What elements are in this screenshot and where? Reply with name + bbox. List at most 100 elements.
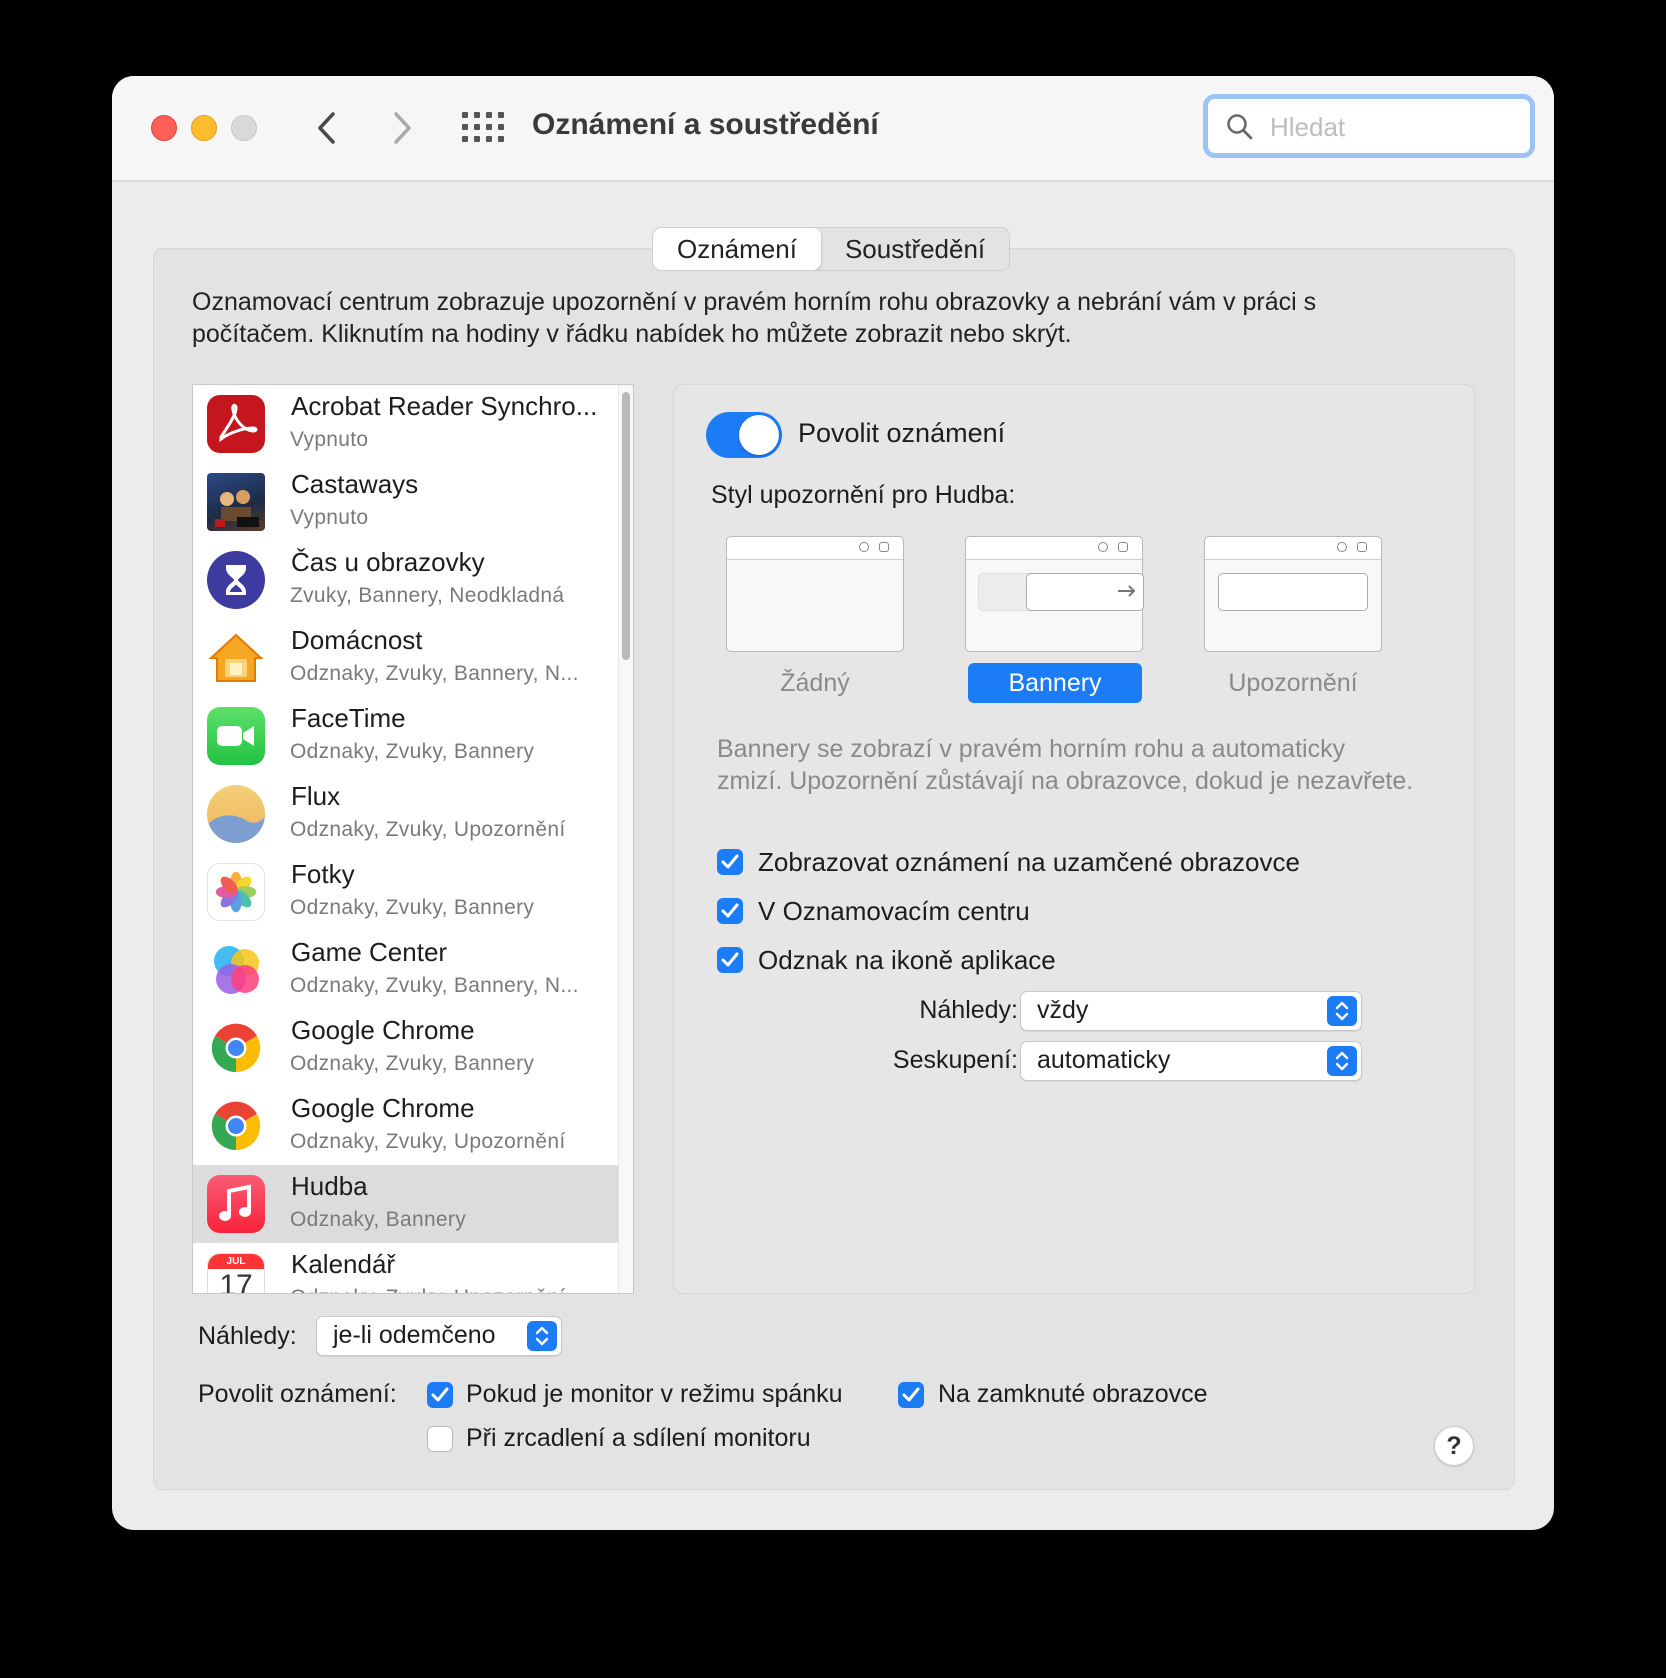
checkmark-icon	[902, 1387, 920, 1402]
close-button[interactable]	[151, 115, 177, 141]
app-name: Game Center	[291, 937, 448, 967]
zoom-button	[231, 115, 257, 141]
notification-center-checkbox[interactable]	[717, 898, 743, 924]
style-none-label[interactable]: Žádný	[728, 663, 902, 703]
style-description: Bannery se zobrazí v pravém horním rohu …	[717, 735, 1414, 795]
badge-checkbox[interactable]	[717, 947, 743, 973]
checkmark-icon	[721, 952, 739, 967]
app-detail: Odznaky, Zvuky, Bannery	[290, 1052, 535, 1075]
list-item[interactable]: Acrobat Reader Synchro... Vypnuto	[193, 385, 623, 463]
flux-icon	[207, 785, 265, 843]
list-item[interactable]: FaceTime Odznaky, Zvuky, Bannery	[193, 697, 623, 775]
show-all-grid-icon[interactable]	[462, 112, 504, 144]
checkmark-icon	[431, 1387, 449, 1402]
preferences-window: Oznámení a soustředění Hledat Oznámení S…	[112, 76, 1554, 1530]
app-name: Domácnost	[291, 625, 423, 655]
calendar-month: JUL	[208, 1254, 264, 1269]
lock-screen-checkbox-label: Zobrazovat oznámení na uzamčené obrazovc…	[758, 847, 1300, 877]
grouping-select-value: automaticky	[1037, 1046, 1171, 1074]
search-placeholder: Hledat	[1270, 112, 1346, 142]
list-item[interactable]: Google Chrome Odznaky, Zvuky, Upozornění	[193, 1087, 623, 1165]
display-sleep-checkbox[interactable]	[427, 1382, 453, 1408]
toggle-knob	[739, 415, 779, 455]
global-previews-select-value: je-li odemčeno	[333, 1321, 496, 1349]
list-item-selected[interactable]: Hudba Odznaky, Bannery	[193, 1165, 623, 1243]
forward-button[interactable]	[380, 106, 424, 150]
app-name: Čas u obrazovky	[291, 547, 485, 577]
list-item[interactable]: Domácnost Odznaky, Zvuky, Bannery, N...	[193, 619, 623, 697]
app-detail: Zvuky, Bannery, Neodkladná	[290, 584, 565, 607]
detail-panel: Povolit oznámení Styl upozornění pro Hud…	[673, 384, 1475, 1294]
list-scrollbar[interactable]	[618, 385, 633, 1293]
list-item[interactable]: Flux Odznaky, Zvuky, Upozornění	[193, 775, 623, 853]
back-button[interactable]	[305, 106, 349, 150]
global-allow-label: Povolit oznámení:	[198, 1380, 397, 1408]
calendar-day: 17	[219, 1269, 253, 1294]
app-detail: Vypnuto	[290, 428, 369, 451]
chrome-icon	[207, 1019, 265, 1077]
app-name: Google Chrome	[291, 1093, 475, 1123]
app-detail: Odznaky, Bannery	[290, 1208, 466, 1231]
app-detail: Odznaky, Zvuky, Upozornění	[290, 818, 566, 841]
list-item[interactable]: Google Chrome Odznaky, Zvuky, Bannery	[193, 1009, 623, 1087]
checkmark-icon	[721, 903, 739, 918]
app-list[interactable]: Acrobat Reader Synchro... Vypnuto Castaw…	[192, 384, 634, 1294]
list-item[interactable]: JUL 17 Kalendář Odznaky, Zvuky, Upozorně…	[193, 1243, 623, 1294]
previews-select-value: vždy	[1037, 996, 1089, 1024]
previews-select[interactable]: vždy	[1020, 991, 1362, 1031]
hourglass-icon	[207, 551, 265, 609]
help-button[interactable]: ?	[1434, 1426, 1474, 1466]
style-alerts-label[interactable]: Upozornění	[1206, 663, 1380, 703]
scrollbar-thumb[interactable]	[622, 392, 630, 660]
app-name: Acrobat Reader Synchro...	[291, 391, 598, 421]
app-name: Flux	[291, 781, 341, 811]
mirroring-checkbox[interactable]	[427, 1426, 453, 1452]
app-name: Hudba	[291, 1171, 368, 1201]
app-detail: Odznaky, Zvuky, Upozornění	[290, 1130, 566, 1153]
photos-flower-icon	[207, 863, 265, 921]
grouping-label: Seskupení:	[892, 1046, 1018, 1074]
game-center-icon	[207, 941, 265, 999]
grouping-select[interactable]: automaticky	[1020, 1041, 1362, 1081]
app-name: Fotky	[291, 859, 355, 889]
display-sleep-checkbox-label: Pokud je monitor v režimu spánku	[466, 1380, 843, 1408]
minimize-button[interactable]	[191, 115, 217, 141]
title-bar: Oznámení a soustředění Hledat	[112, 76, 1554, 182]
up-down-arrows-icon	[527, 1321, 557, 1351]
style-alerts-preview[interactable]	[1204, 536, 1382, 652]
locked-screen-checkbox-label: Na zamknuté obrazovce	[938, 1380, 1208, 1408]
castaways-icon	[207, 473, 265, 531]
app-name: Google Chrome	[291, 1015, 475, 1045]
up-down-arrows-icon	[1327, 1046, 1357, 1076]
chevron-left-icon	[318, 112, 335, 144]
alert-style-label: Styl upozornění pro Hudba:	[711, 481, 1016, 509]
music-note-icon	[207, 1175, 265, 1233]
search-field[interactable]: Hledat	[1203, 94, 1535, 158]
list-item[interactable]: Game Center Odznaky, Zvuky, Bannery, N..…	[193, 931, 623, 1009]
home-icon	[207, 629, 265, 687]
style-banners-label[interactable]: Bannery	[968, 663, 1142, 703]
allow-notifications-toggle[interactable]	[706, 412, 782, 458]
list-item[interactable]: Fotky Odznaky, Zvuky, Bannery	[193, 853, 623, 931]
app-name: Kalendář	[291, 1249, 396, 1279]
app-detail: Odznaky, Zvuky, Bannery, N...	[290, 974, 579, 997]
chevron-right-icon	[394, 112, 411, 144]
locked-screen-checkbox[interactable]	[898, 1382, 924, 1408]
up-down-arrows-icon	[1327, 996, 1357, 1026]
previews-label: Náhledy:	[919, 996, 1018, 1024]
app-detail: Odznaky, Zvuky, Upozornění	[290, 1286, 565, 1293]
tab-focus[interactable]: Soustředění	[821, 228, 1009, 270]
style-none-preview[interactable]	[726, 536, 904, 652]
style-banners-preview[interactable]	[965, 536, 1144, 652]
lock-screen-checkbox[interactable]	[717, 849, 743, 875]
checkmark-icon	[721, 854, 739, 869]
app-name: FaceTime	[291, 703, 406, 733]
list-item[interactable]: Castaways Vypnuto	[193, 463, 623, 541]
tab-notifications[interactable]: Oznámení	[653, 228, 821, 270]
video-camera-icon	[207, 707, 265, 765]
global-previews-label: Náhledy:	[198, 1322, 297, 1350]
notification-center-checkbox-label: V Oznamovacím centru	[758, 896, 1030, 926]
arrow-right-icon	[1118, 585, 1136, 597]
global-previews-select[interactable]: je-li odemčeno	[316, 1316, 562, 1356]
list-item[interactable]: Čas u obrazovky Zvuky, Bannery, Neodklad…	[193, 541, 623, 619]
